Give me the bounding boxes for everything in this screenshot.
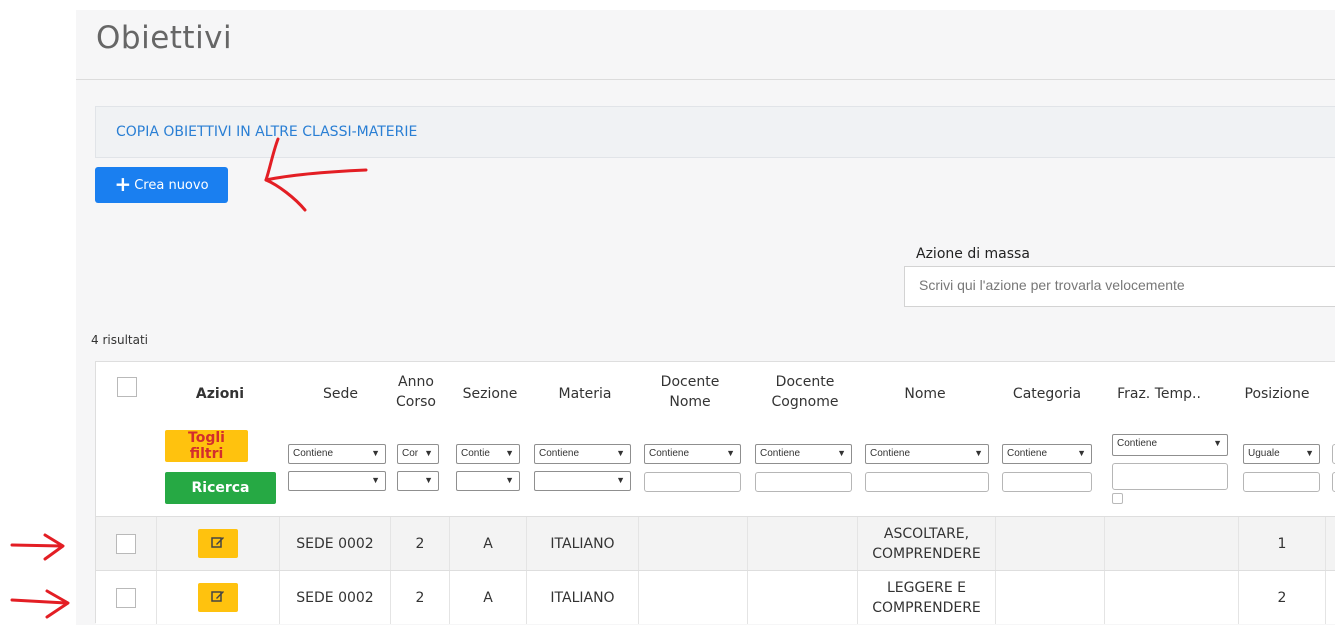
docente-cognome-header-line2: Cognome [771, 394, 839, 410]
anno-header-line1: Anno [398, 374, 434, 390]
create-new-button[interactable]: + Crea nuovo [95, 167, 228, 203]
docente-cognome-filter-input[interactable] [755, 472, 852, 492]
table-row: SEDE 0002 2 A ITALIANO ASCOLTARE, COMPRE… [96, 516, 1335, 570]
fraz-temp-header: Fraz. Temp.. [1117, 386, 1201, 402]
sede-filter-value[interactable] [288, 471, 386, 491]
table-header-and-filters: Azioni Sede Anno Corso Sezione Materia D… [96, 362, 1335, 516]
anno-corso-header: Anno Corso [392, 372, 440, 412]
anno-filter-value[interactable] [397, 471, 439, 491]
edit-icon [211, 535, 225, 552]
mass-action-search-input[interactable]: Scrivi qui l'azione per trovarla velocem… [904, 266, 1335, 307]
docente-nome-filter-input[interactable] [644, 472, 741, 492]
sezione-filter-value[interactable] [456, 471, 520, 491]
posizione-cell: 1 [1239, 517, 1326, 570]
docente-cognome-filter-operator[interactable]: Contiene [755, 444, 852, 464]
anno-cell: 2 [391, 571, 450, 624]
nome-cell: ASCOLTARE, COMPRENDERE [858, 517, 996, 570]
sezione-cell: A [450, 571, 527, 624]
docente-nome-header: Docente Nome [649, 372, 731, 412]
plus-icon: + [114, 172, 132, 196]
materia-header: Materia [558, 386, 612, 402]
nome-filter-operator[interactable]: Contiene [865, 444, 989, 464]
categoria-filter-operator[interactable]: Contiene [1002, 444, 1092, 464]
row-select-checkbox[interactable] [116, 533, 136, 554]
categoria-filter-input[interactable] [1002, 472, 1092, 492]
nome-line1: ASCOLTARE, [883, 525, 970, 542]
search-button[interactable]: Ricerca [165, 472, 276, 504]
sede-cell: SEDE 0002 [280, 517, 391, 570]
row-select-checkbox[interactable] [116, 587, 136, 608]
docente-nome-header-line2: Nome [669, 394, 711, 410]
docente-cognome-cell [748, 571, 858, 624]
actions-header: Azioni [195, 386, 245, 402]
fraz-temp-filter-operator[interactable]: Contiene [1112, 434, 1228, 456]
copy-objectives-link[interactable]: COPIA OBIETTIVI IN ALTRE CLASSI-MATERIE [116, 124, 417, 140]
sede-filter-operator[interactable]: Contiene [288, 444, 386, 464]
select-all-checkbox[interactable] [117, 377, 137, 397]
title-divider [76, 79, 1335, 80]
clear-filters-button[interactable]: Togli filtri [165, 430, 248, 462]
nome-filter-input[interactable] [865, 472, 989, 492]
posizione-cell: 2 [1239, 571, 1326, 624]
docente-nome-cell [639, 517, 748, 570]
objectives-table: Azioni Sede Anno Corso Sezione Materia D… [95, 361, 1335, 624]
docente-cognome-header-line1: Docente [775, 374, 835, 390]
fraz-temp-cell [1105, 517, 1239, 570]
categoria-header: Categoria [1012, 386, 1082, 402]
nome-cell: LEGGERE E COMPRENDERE [858, 571, 996, 624]
edit-button[interactable] [198, 529, 238, 558]
mass-action-label: Azione di massa [916, 246, 1030, 262]
docente-cognome-cell [748, 517, 858, 570]
anno-header-line2: Corso [396, 394, 436, 410]
anno-filter-operator[interactable]: Cor [397, 444, 439, 464]
materia-filter-operator[interactable]: Contiene [534, 444, 631, 464]
sede-cell: SEDE 0002 [280, 571, 391, 624]
sezione-header: Sezione [462, 386, 518, 402]
create-new-label: Crea nuovo [134, 177, 209, 193]
copy-objectives-panel: COPIA OBIETTIVI IN ALTRE CLASSI-MATERIE [95, 106, 1335, 158]
results-count: 4 risultati [91, 333, 149, 347]
edit-button[interactable] [198, 583, 238, 612]
categoria-cell [996, 517, 1105, 570]
posizione-filter-operator[interactable]: Uguale [1243, 444, 1320, 464]
nome-line2: COMPRENDERE [872, 599, 981, 616]
nome-header: Nome [904, 386, 946, 402]
table-row: SEDE 0002 2 A ITALIANO LEGGERE E COMPREN… [96, 570, 1335, 624]
docente-nome-cell [639, 571, 748, 624]
fraz-temp-filter-checkbox[interactable] [1112, 493, 1123, 504]
docente-cognome-header: Docente Cognome [761, 372, 849, 412]
sezione-filter-operator[interactable]: Contie [456, 444, 520, 464]
materia-cell: ITALIANO [527, 517, 639, 570]
sezione-cell: A [450, 517, 527, 570]
materia-filter-value[interactable] [534, 471, 631, 491]
nome-line1: LEGGERE E [886, 579, 967, 596]
docente-nome-filter-operator[interactable]: Contiene [644, 444, 741, 464]
fraz-temp-filter-input[interactable] [1112, 463, 1228, 490]
edit-icon [211, 589, 225, 606]
anno-cell: 2 [391, 517, 450, 570]
nome-line2: COMPRENDERE [872, 545, 981, 562]
categoria-cell [996, 571, 1105, 624]
page-title: Obiettivi [96, 20, 233, 56]
posizione-header: Posizione [1244, 386, 1310, 402]
fraz-temp-cell [1105, 571, 1239, 624]
sede-header: Sede [323, 386, 358, 402]
docente-nome-header-line1: Docente [660, 374, 720, 390]
posizione-filter-input[interactable] [1243, 472, 1320, 492]
materia-cell: ITALIANO [527, 571, 639, 624]
